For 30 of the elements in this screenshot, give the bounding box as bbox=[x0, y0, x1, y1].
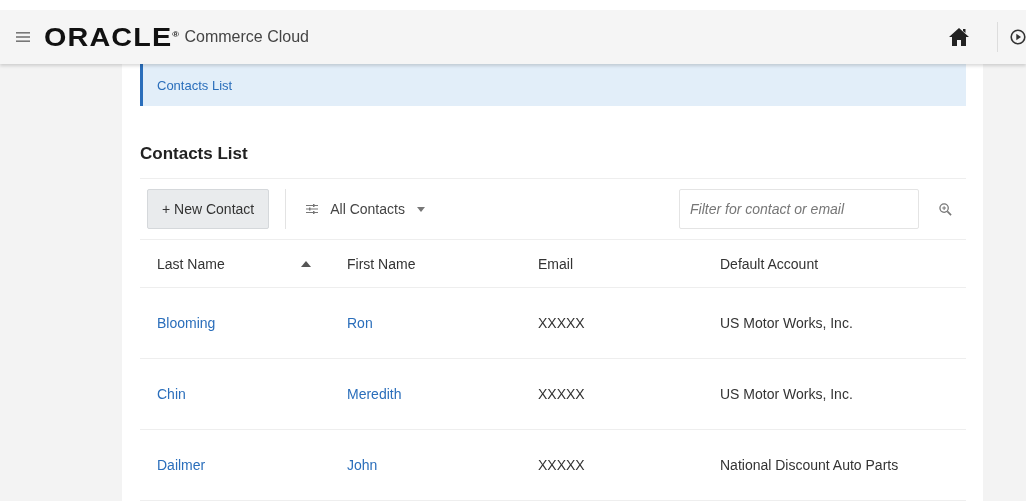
sort-ascending-icon bbox=[301, 260, 311, 267]
home-icon[interactable] bbox=[949, 28, 969, 46]
email-cell: XXXXX bbox=[538, 315, 585, 331]
first-name-link[interactable]: Meredith bbox=[347, 386, 402, 402]
contacts-filter-dropdown[interactable]: All Contacts bbox=[300, 200, 431, 218]
breadcrumb-link[interactable]: Contacts List bbox=[157, 77, 233, 93]
first-name-link[interactable]: John bbox=[347, 457, 378, 473]
column-header[interactable]: Email bbox=[521, 240, 703, 287]
caret-icon bbox=[416, 206, 425, 212]
new-contact-button[interactable]: + New Contact bbox=[147, 189, 270, 229]
account-cell: US Motor Works, Inc. bbox=[720, 386, 853, 402]
column-header[interactable]: Last Name bbox=[140, 240, 331, 287]
first-name-link[interactable]: Ron bbox=[347, 315, 373, 331]
product-name: Commerce Cloud bbox=[184, 28, 309, 46]
email-cell: XXXXX bbox=[538, 386, 585, 402]
column-header[interactable]: First Name bbox=[331, 240, 521, 287]
email-cell: XXXXX bbox=[538, 457, 585, 473]
last-name-link[interactable]: Blooming bbox=[157, 315, 216, 331]
sliders-icon bbox=[306, 204, 319, 214]
column-header[interactable]: Default Account bbox=[703, 240, 966, 287]
account-cell: US Motor Works, Inc. bbox=[720, 315, 853, 331]
last-name-link[interactable]: Dailmer bbox=[157, 457, 206, 473]
search-field[interactable]: Filter for contact or email bbox=[679, 189, 919, 229]
menu-icon[interactable] bbox=[16, 32, 30, 42]
page-title: Contacts List bbox=[140, 106, 966, 179]
logo: ORACLE$^{®}$ bbox=[44, 22, 181, 52]
play-icon[interactable] bbox=[1010, 29, 1026, 45]
search-icon[interactable] bbox=[939, 202, 952, 216]
account-cell: National Discount Auto Parts bbox=[720, 457, 899, 473]
last-name-link[interactable]: Chin bbox=[157, 386, 186, 402]
